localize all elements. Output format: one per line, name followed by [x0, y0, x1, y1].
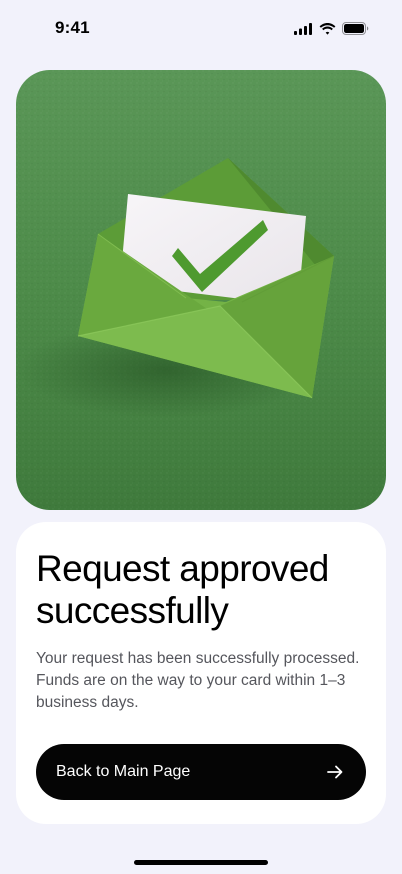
page-title: Request approved successfully	[36, 548, 329, 631]
wifi-icon	[319, 22, 336, 35]
status-bar: 9:41	[0, 0, 402, 58]
status-time: 9:41	[55, 18, 90, 37]
status-icons	[294, 22, 369, 35]
cellular-signal-icon	[294, 22, 313, 35]
confirmation-card: Request approved successfully Your reque…	[16, 522, 386, 824]
back-to-main-page-button[interactable]: Back to Main Page	[36, 744, 366, 800]
arrow-right-icon	[326, 763, 344, 781]
confirmation-description: Your request has been successfully proce…	[36, 650, 360, 711]
home-indicator[interactable]	[134, 860, 268, 865]
battery-icon	[342, 22, 369, 35]
hero-image	[16, 70, 386, 510]
back-to-main-page-label: Back to Main Page	[56, 763, 191, 780]
